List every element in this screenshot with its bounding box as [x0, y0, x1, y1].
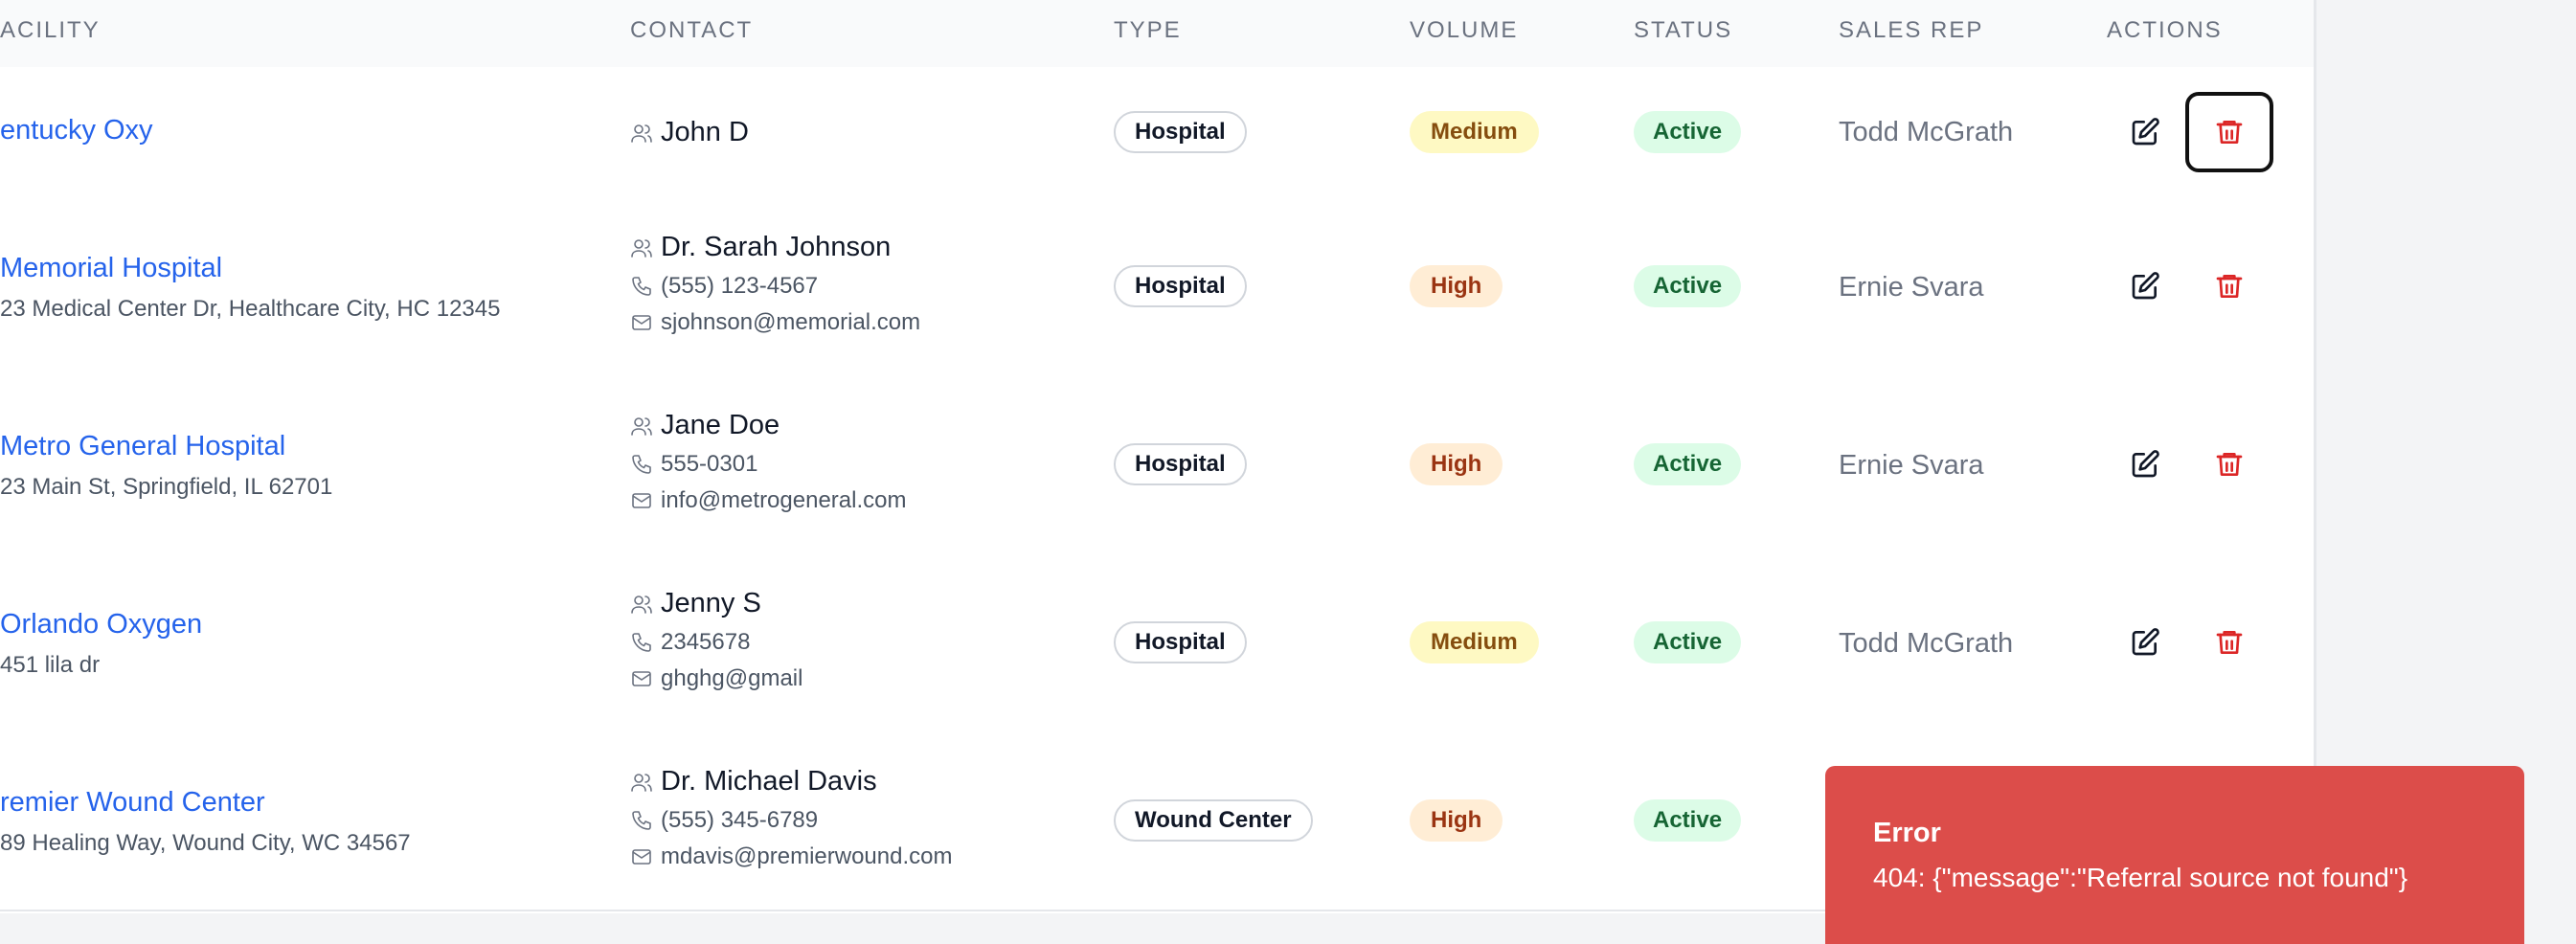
- table-row: Memorial Hospital 23 Medical Center Dr, …: [0, 197, 2314, 377]
- type-badge: Hospital: [1114, 621, 1247, 663]
- phone-icon: [632, 277, 651, 296]
- sales-rep: Ernie Svara: [1839, 450, 1984, 481]
- facility-name-link[interactable]: Memorial Hospital: [0, 253, 500, 284]
- contact-email-line: info@metrogeneral.com: [630, 487, 906, 514]
- status-badge: Active: [1634, 621, 1742, 663]
- status-badge: Active: [1634, 265, 1742, 307]
- contact-name-line: Dr. Sarah Johnson: [630, 232, 920, 263]
- volume-badge: High: [1410, 443, 1503, 485]
- contact-phone-line: 555-0301: [630, 451, 906, 478]
- mail-icon: [632, 315, 651, 330]
- edit-icon: [2132, 450, 2159, 478]
- user-icon: [631, 773, 652, 792]
- facility-name-link[interactable]: remier Wound Center: [0, 787, 411, 819]
- delete-button[interactable]: [2185, 424, 2273, 505]
- contact-phone[interactable]: (555) 123-4567: [661, 273, 818, 300]
- type-badge: Hospital: [1114, 265, 1247, 307]
- contact-name: Jane Doe: [661, 410, 780, 440]
- type-badge: Wound Center: [1114, 799, 1313, 842]
- contact-phone-line: (555) 345-6789: [630, 807, 952, 834]
- user-icon: [631, 238, 652, 258]
- edit-icon: [2132, 628, 2159, 656]
- edit-icon: [2132, 118, 2159, 146]
- header-facility[interactable]: ACILITY: [0, 17, 101, 44]
- table-header: ACILITY CONTACT TYPE VOLUME STATUS SALES…: [0, 0, 2314, 67]
- edit-button[interactable]: [2101, 246, 2189, 326]
- facility-name-link[interactable]: entucky Oxy: [0, 115, 153, 146]
- table-row: Orlando Oxygen 451 lila dr Jenny S 23456…: [0, 553, 2314, 733]
- contact-name-line: Jenny S: [630, 588, 802, 619]
- header-actions: ACTIONS: [2107, 17, 2223, 43]
- contact-phone[interactable]: (555) 345-6789: [661, 807, 818, 834]
- sales-rep: Todd McGrath: [1839, 117, 2014, 147]
- header-status[interactable]: STATUS: [1634, 17, 1732, 44]
- table-row: Metro General Hospital 23 Main St, Sprin…: [0, 375, 2314, 555]
- toast-message: 404: {"message":"Referral source not fou…: [1873, 863, 2408, 892]
- contact-email[interactable]: ghghg@gmail: [661, 665, 802, 692]
- header-contact[interactable]: CONTACT: [630, 17, 753, 44]
- trash-icon: [2216, 275, 2243, 298]
- volume-badge: Medium: [1410, 111, 1539, 153]
- header-type[interactable]: TYPE: [1114, 17, 1182, 44]
- trash-icon: [2216, 631, 2243, 654]
- sales-rep: Ernie Svara: [1839, 272, 1984, 303]
- facility-address: 23 Main St, Springfield, IL 62701: [0, 474, 333, 500]
- header-sales-rep[interactable]: SALES REP: [1839, 17, 1983, 44]
- edit-icon: [2132, 272, 2159, 300]
- mail-icon: [632, 493, 651, 508]
- contact-email-line: mdavis@premierwound.com: [630, 843, 952, 870]
- type-badge: Hospital: [1114, 111, 1247, 153]
- status-badge: Active: [1634, 443, 1742, 485]
- contact-phone[interactable]: 2345678: [661, 629, 750, 656]
- contact-email[interactable]: sjohnson@memorial.com: [661, 309, 920, 336]
- delete-button[interactable]: [2185, 246, 2273, 326]
- trash-icon: [2216, 121, 2243, 144]
- volume-badge: High: [1410, 265, 1503, 307]
- phone-icon: [632, 633, 651, 652]
- table-row: entucky Oxy John D Hospital Medium Activ…: [0, 67, 2314, 199]
- facility-name-link[interactable]: Orlando Oxygen: [0, 609, 202, 641]
- contact-phone-line: 2345678: [630, 629, 802, 656]
- contact-name: John D: [661, 117, 749, 147]
- contact-name: Dr. Michael Davis: [661, 766, 877, 797]
- sales-rep: Todd McGrath: [1839, 628, 2014, 659]
- user-icon: [631, 416, 652, 436]
- edit-button[interactable]: [2101, 602, 2189, 683]
- contact-phone[interactable]: 555-0301: [661, 451, 757, 478]
- delete-button[interactable]: [2185, 602, 2273, 683]
- phone-icon: [632, 811, 651, 830]
- toast-title: Error: [1873, 818, 1941, 848]
- contact-name-line: John D: [630, 117, 749, 148]
- contact-email[interactable]: info@metrogeneral.com: [661, 487, 906, 514]
- volume-badge: Medium: [1410, 621, 1539, 663]
- facility-name-link[interactable]: Metro General Hospital: [0, 431, 332, 462]
- mail-icon: [632, 849, 651, 865]
- contact-email[interactable]: mdavis@premierwound.com: [661, 843, 952, 870]
- facility-address: 451 lila dr: [0, 652, 101, 678]
- edit-button[interactable]: [2101, 424, 2189, 505]
- volume-badge: High: [1410, 799, 1503, 842]
- contact-name: Dr. Sarah Johnson: [661, 232, 892, 262]
- contact-phone-line: (555) 123-4567: [630, 273, 920, 300]
- facility-address: 89 Healing Way, Wound City, WC 34567: [0, 830, 411, 856]
- edit-button[interactable]: [2101, 92, 2189, 172]
- contact-name-line: Jane Doe: [630, 410, 906, 441]
- phone-icon: [632, 455, 651, 474]
- status-badge: Active: [1634, 111, 1742, 153]
- facility-address: 23 Medical Center Dr, Healthcare City, H…: [0, 296, 501, 322]
- contact-email-line: ghghg@gmail: [630, 665, 802, 692]
- trash-icon: [2216, 453, 2243, 476]
- delete-button[interactable]: [2185, 92, 2273, 172]
- contact-name: Jenny S: [661, 588, 761, 618]
- contact-name-line: Dr. Michael Davis: [630, 766, 952, 798]
- contact-email-line: sjohnson@memorial.com: [630, 309, 920, 336]
- mail-icon: [632, 671, 651, 686]
- error-toast[interactable]: Error 404: {"message":"Referral source n…: [1825, 766, 2524, 944]
- user-icon: [631, 595, 652, 614]
- type-badge: Hospital: [1114, 443, 1247, 485]
- header-volume[interactable]: VOLUME: [1410, 17, 1518, 44]
- status-badge: Active: [1634, 799, 1742, 842]
- user-icon: [631, 124, 652, 143]
